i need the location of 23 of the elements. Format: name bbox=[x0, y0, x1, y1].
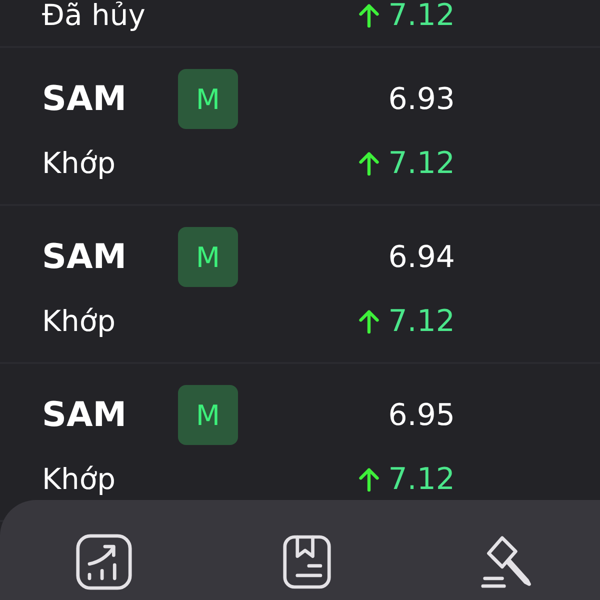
up-arrow-icon bbox=[358, 150, 380, 176]
growth-chart-icon[interactable] bbox=[74, 533, 133, 591]
order-type-badge: M bbox=[178, 385, 238, 445]
order-status: Khớp bbox=[42, 146, 116, 180]
match-price: 7.12 bbox=[388, 146, 455, 180]
order-type-badge: M bbox=[178, 227, 238, 287]
match-price: 7.12 bbox=[388, 0, 455, 32]
stock-symbol: SAM bbox=[42, 237, 128, 277]
up-arrow-icon bbox=[358, 2, 380, 28]
match-price: 7.12 bbox=[388, 462, 455, 496]
up-arrow-icon bbox=[358, 466, 380, 492]
order-price: 6.94 bbox=[388, 240, 455, 274]
match-price: 7.12 bbox=[388, 304, 455, 338]
stock-symbol: SAM bbox=[42, 395, 128, 435]
order-status: Khớp bbox=[42, 462, 116, 496]
order-status: Khớp bbox=[42, 304, 116, 338]
order-type-badge: M bbox=[178, 69, 238, 129]
order-price: 6.93 bbox=[388, 82, 455, 116]
bookmark-book-icon[interactable] bbox=[282, 534, 332, 590]
order-price: 6.95 bbox=[388, 398, 455, 432]
order-status: Đã hủy bbox=[42, 0, 146, 32]
up-arrow-icon bbox=[358, 308, 380, 334]
stock-symbol: SAM bbox=[42, 79, 128, 119]
